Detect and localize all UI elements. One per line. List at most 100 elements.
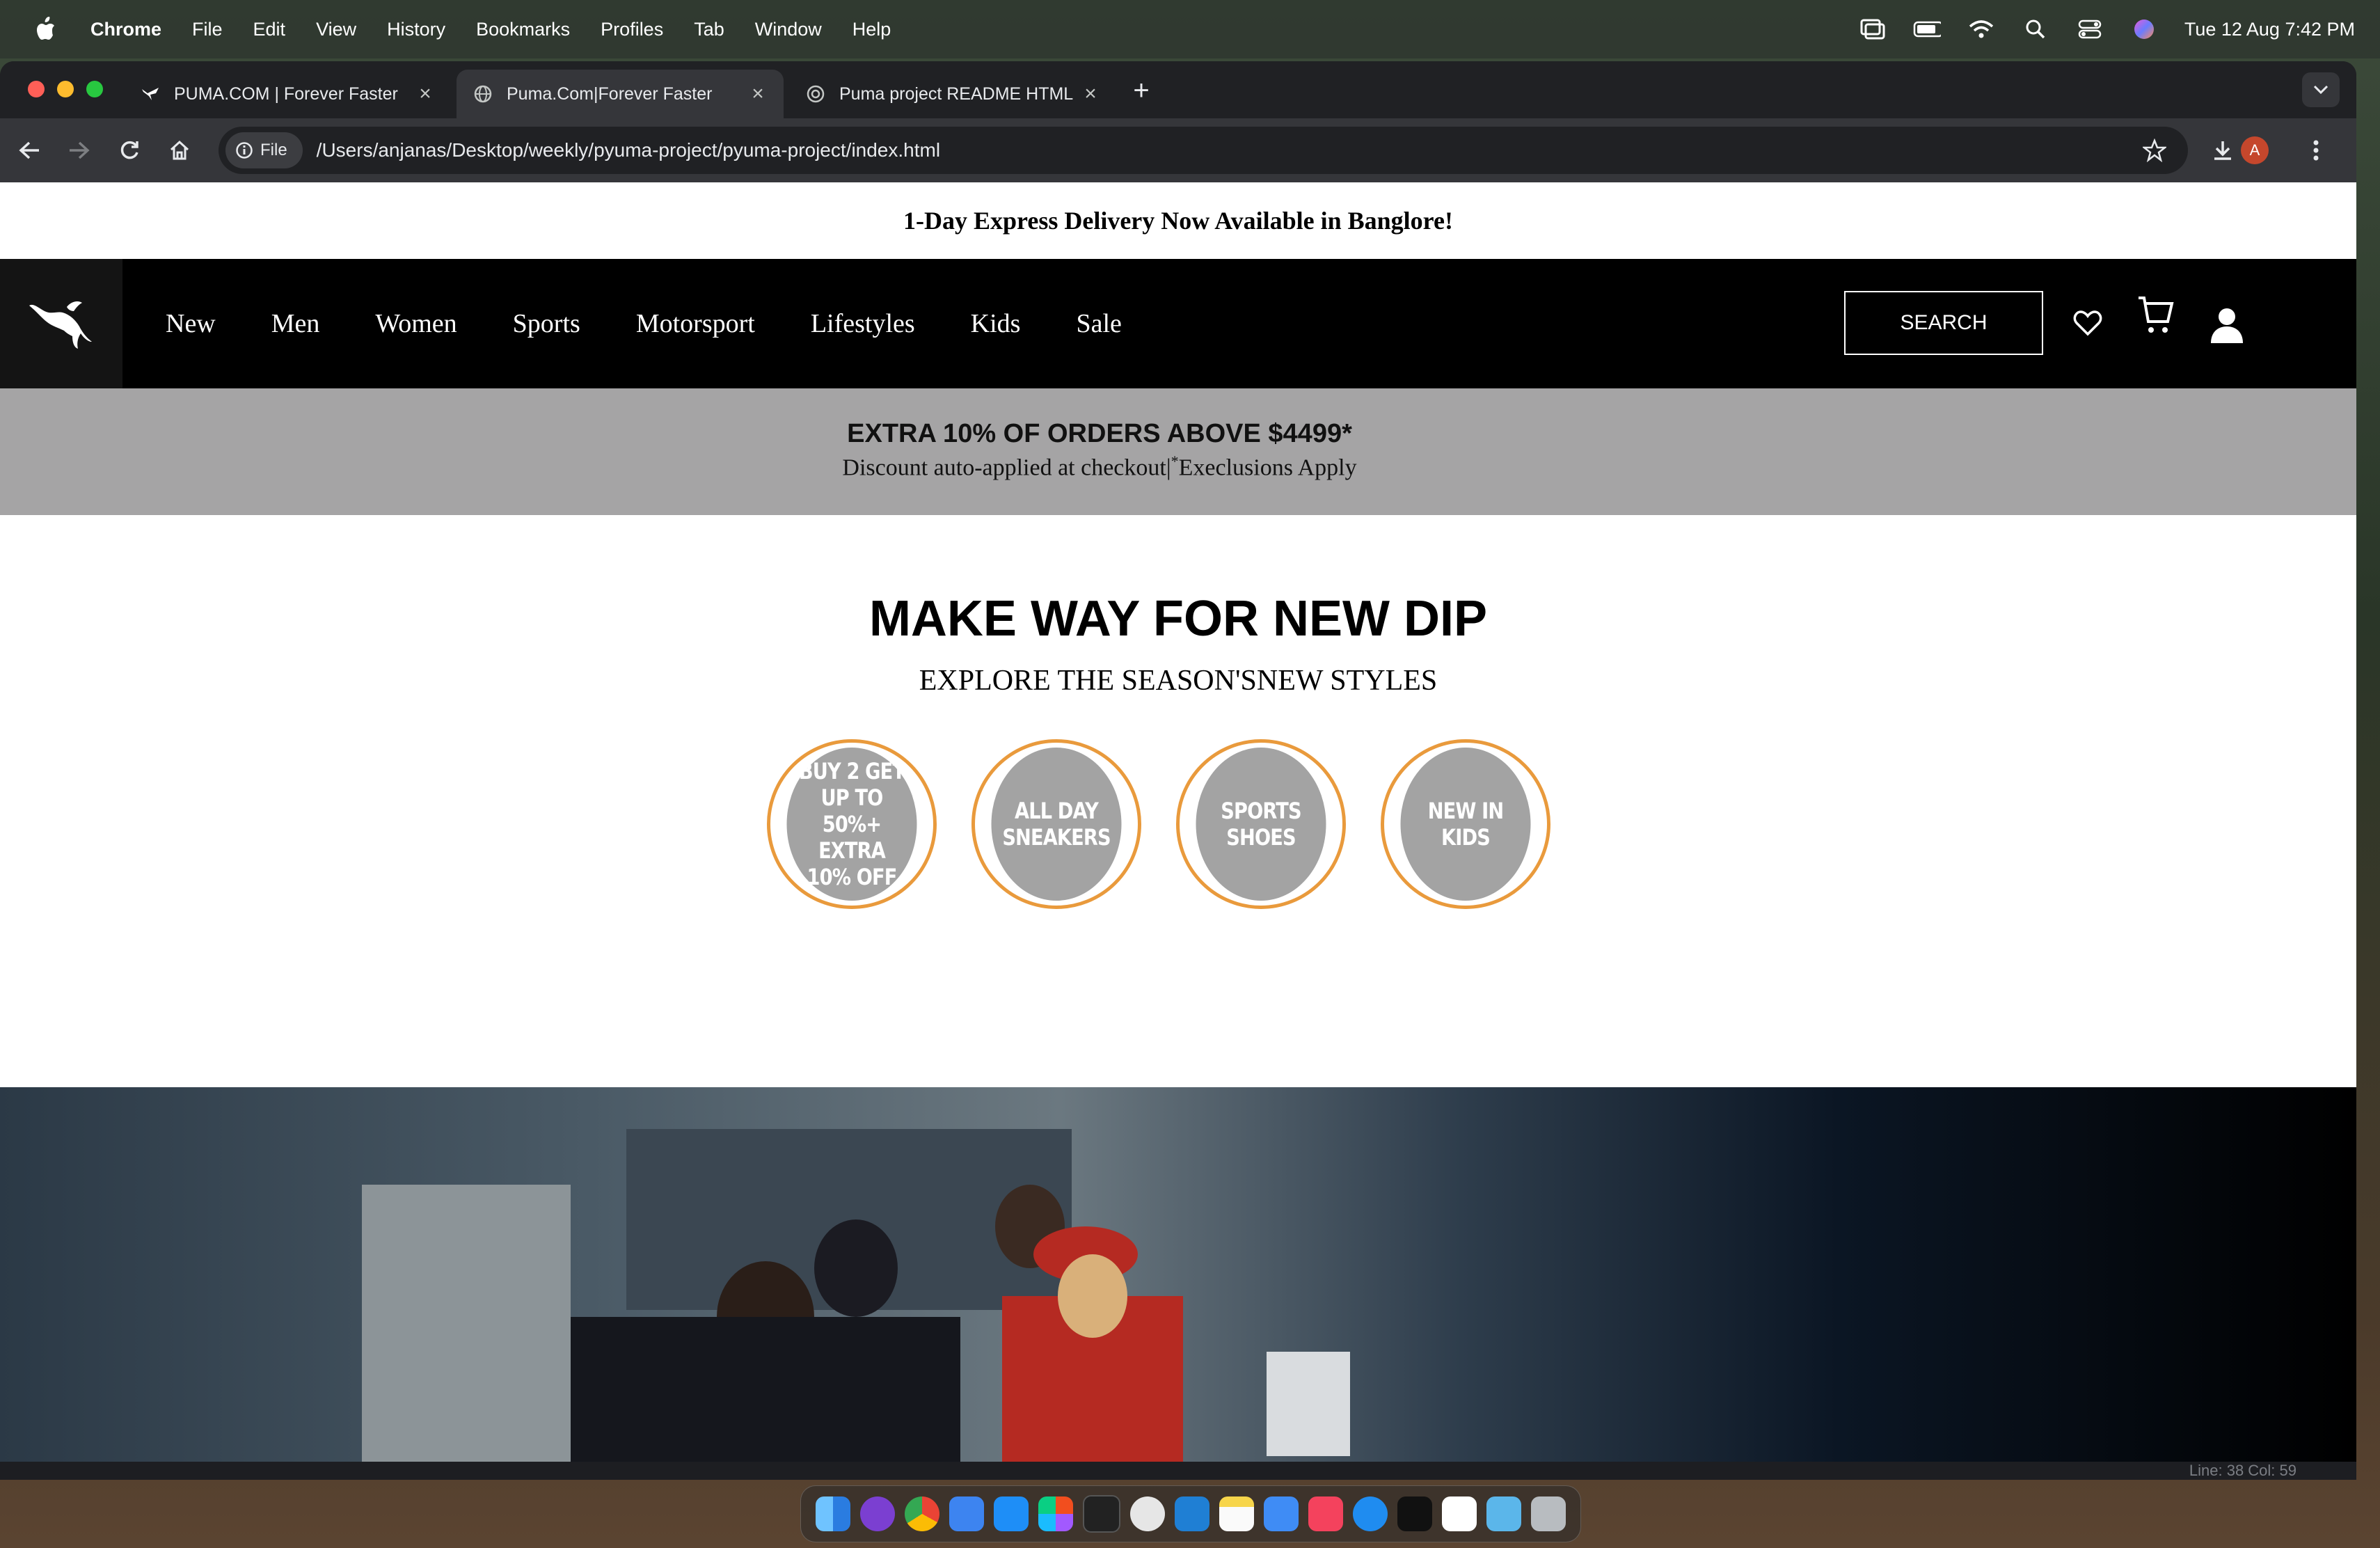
site-info-chip[interactable]: File <box>225 132 303 168</box>
nav-link-women[interactable]: Women <box>375 308 457 339</box>
category-offer[interactable]: BUY 2 GET UP TO 50%+ EXTRA 10% OFF <box>767 739 937 909</box>
wifi-icon[interactable] <box>1967 15 1995 43</box>
close-tab-icon[interactable]: × <box>415 84 436 104</box>
menu-bookmarks[interactable]: Bookmarks <box>476 19 570 40</box>
close-window-button[interactable] <box>28 81 45 97</box>
promo-headline: EXTRA 10% OF ORDERS ABOVE $4499* <box>847 419 1352 448</box>
wishlist-heart-icon[interactable] <box>2068 303 2107 342</box>
category-new-in-kids[interactable]: NEW IN KIDS <box>1381 739 1550 909</box>
menubar-clock[interactable]: Tue 12 Aug 7:42 PM <box>2184 19 2355 40</box>
tab-strip: PUMA.COM | Forever Faster × Puma.Com|For… <box>0 61 2356 118</box>
hero-subtitle: EXPLORE THE SEASON'SNEW STYLES <box>919 665 1438 697</box>
web-page: 1-Day Express Delivery Now Available in … <box>0 182 2356 1462</box>
category-all-day-sneakers[interactable]: ALL DAY SNEAKERS <box>971 739 1141 909</box>
promo-sub-asterisk: * <box>1171 452 1179 470</box>
tab-puma-com[interactable]: PUMA.COM | Forever Faster × <box>124 70 451 118</box>
cart-icon[interactable] <box>2136 295 2175 334</box>
notes-icon[interactable] <box>1219 1496 1254 1531</box>
menu-profiles[interactable]: Profiles <box>601 19 663 40</box>
vscode-icon[interactable] <box>1175 1496 1209 1531</box>
macos-dock <box>800 1485 1581 1542</box>
download-button[interactable] <box>2206 134 2239 167</box>
chatgpt-icon[interactable] <box>1130 1496 1165 1531</box>
category-sports-shoes[interactable]: SPORTS SHOES <box>1176 739 1346 909</box>
minimize-window-button[interactable] <box>57 81 74 97</box>
siri-icon[interactable] <box>2130 15 2158 43</box>
tab-search-button[interactable] <box>2302 72 2340 107</box>
info-icon <box>236 142 253 159</box>
category-label: SPORTS SHOES <box>1196 748 1326 901</box>
xcode-icon[interactable] <box>949 1496 984 1531</box>
menu-app-chrome[interactable]: Chrome <box>90 19 161 40</box>
menu-file[interactable]: File <box>192 19 223 40</box>
puma-logo[interactable] <box>0 259 122 388</box>
app-store-2-icon[interactable] <box>1353 1496 1388 1531</box>
nav-link-lifestyles[interactable]: Lifestyles <box>811 308 915 339</box>
menu-tab[interactable]: Tab <box>694 19 724 40</box>
nav-link-motorsport[interactable]: Motorsport <box>636 308 755 339</box>
battery-icon[interactable] <box>1913 15 1941 43</box>
address-bar[interactable]: File /Users/anjanas/Desktop/weekly/pyuma… <box>219 127 2188 174</box>
category-circles: BUY 2 GET UP TO 50%+ EXTRA 10% OFF ALL D… <box>767 739 1550 909</box>
main-navigation: New Men Women Sports Motorsport Lifestyl… <box>0 259 2356 388</box>
menu-help[interactable]: Help <box>852 19 891 40</box>
file-chip-label: File <box>260 141 287 159</box>
terminal-icon[interactable] <box>1083 1495 1120 1533</box>
nav-link-new[interactable]: New <box>166 308 216 339</box>
nav-link-kids[interactable]: Kids <box>971 308 1021 339</box>
category-label: NEW IN KIDS <box>1400 748 1531 901</box>
chevron-down-icon <box>2313 85 2329 95</box>
menu-edit[interactable]: Edit <box>253 19 286 40</box>
close-tab-icon[interactable]: × <box>747 84 768 104</box>
window-controls <box>28 81 103 97</box>
screen-mirroring-icon[interactable] <box>1859 15 1887 43</box>
menu-window[interactable]: Window <box>755 19 822 40</box>
new-tab-button[interactable]: + <box>1127 77 1155 104</box>
figma-icon[interactable] <box>1038 1496 1073 1531</box>
profile-avatar[interactable]: A <box>2241 136 2269 164</box>
mail-icon[interactable] <box>1264 1496 1299 1531</box>
reload-button[interactable] <box>113 134 146 167</box>
zoom-window-button[interactable] <box>86 81 103 97</box>
nav-link-sale[interactable]: Sale <box>1076 308 1121 339</box>
tab-readme-html[interactable]: Puma project README HTML × <box>789 70 1116 118</box>
url-text[interactable]: /Users/anjanas/Desktop/weekly/pyuma-proj… <box>317 139 940 161</box>
openai-favicon-icon <box>804 83 827 105</box>
group-photo-illustration <box>0 1087 2356 1462</box>
editor-status-bar: Line: 38 Col: 59 <box>0 1462 2356 1480</box>
forward-button[interactable] <box>63 134 96 167</box>
chrome-icon[interactable] <box>905 1496 939 1531</box>
tab-title: Puma.Com|Forever Faster <box>507 84 713 104</box>
hero-title: MAKE WAY FOR NEW DIP <box>868 591 1488 647</box>
menu-history[interactable]: History <box>387 19 445 40</box>
promo-sub-after: Execlusions Apply <box>1178 455 1357 481</box>
search-button[interactable]: SEARCH <box>1844 291 2043 355</box>
nav-link-sports[interactable]: Sports <box>513 308 580 339</box>
tab-title: Puma project README HTML <box>839 84 1074 104</box>
account-user-icon[interactable] <box>2207 306 2246 345</box>
github-desktop-icon[interactable] <box>860 1496 895 1531</box>
back-button[interactable] <box>13 134 46 167</box>
chrome-window: PUMA.COM | Forever Faster × Puma.Com|For… <box>0 61 2356 1462</box>
control-center-icon[interactable] <box>2076 15 2104 43</box>
folder-icon[interactable] <box>1486 1496 1521 1531</box>
hero-banner-image[interactable] <box>0 1087 2356 1462</box>
close-tab-icon[interactable]: × <box>1080 84 1101 104</box>
puma-cat-icon <box>29 301 92 349</box>
bookmark-star-icon[interactable] <box>2141 136 2168 164</box>
music-icon[interactable] <box>1308 1496 1343 1531</box>
apple-tv-icon[interactable] <box>1397 1496 1432 1531</box>
apple-menu-icon[interactable] <box>25 8 67 50</box>
app-store-icon[interactable] <box>994 1496 1029 1531</box>
announcement-bar: 1-Day Express Delivery Now Available in … <box>903 207 1453 235</box>
chrome-menu-button[interactable] <box>2299 134 2333 167</box>
macos-menu-bar: Chrome File Edit View History Bookmarks … <box>0 0 2380 58</box>
textedit-icon[interactable] <box>1442 1496 1477 1531</box>
home-button[interactable] <box>163 134 196 167</box>
nav-link-men[interactable]: Men <box>271 308 320 339</box>
trash-icon[interactable] <box>1531 1496 1566 1531</box>
menu-view[interactable]: View <box>316 19 356 40</box>
tab-puma-forever-faster[interactable]: Puma.Com|Forever Faster × <box>457 70 784 118</box>
finder-icon[interactable] <box>816 1496 850 1531</box>
spotlight-search-icon[interactable] <box>2022 15 2049 43</box>
